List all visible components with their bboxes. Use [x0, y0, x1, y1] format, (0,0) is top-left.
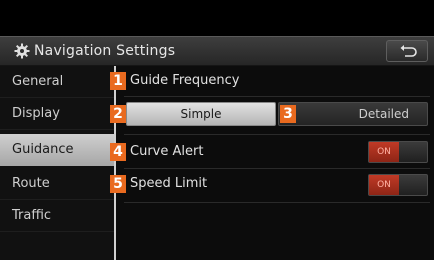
back-arrow-icon: [400, 45, 417, 57]
row-divider: [124, 168, 430, 169]
sidebar-item-general[interactable]: General: [0, 66, 114, 98]
callout-badge-1: 1: [110, 72, 126, 90]
sidebar-item-route[interactable]: Route: [0, 168, 114, 200]
guide-frequency-label: Guide Frequency: [130, 73, 240, 88]
settings-sidebar: General Display Guidance Route Traffic: [0, 66, 114, 260]
callout-badge-5: 5: [110, 175, 126, 193]
callout-badge-2: 2: [110, 105, 126, 123]
speed-limit-toggle[interactable]: ON: [368, 174, 428, 196]
callout-badge-3: 3: [280, 105, 296, 123]
sidebar-item-traffic[interactable]: Traffic: [0, 200, 114, 232]
curve-alert-toggle-state: ON: [369, 142, 399, 162]
title-bar: Navigation Settings: [0, 36, 434, 66]
back-button[interactable]: [386, 40, 428, 62]
guidance-panel: 1 Guide Frequency Simple Detailed 2 3 4 …: [110, 66, 434, 260]
page-title: Navigation Settings: [34, 43, 176, 59]
callout-badge-4: 4: [110, 143, 126, 161]
sidebar-item-guidance[interactable]: Guidance: [0, 134, 114, 166]
curve-alert-label: Curve Alert: [130, 144, 204, 159]
simple-option-button[interactable]: Simple: [126, 102, 276, 126]
detailed-option-button[interactable]: Detailed: [278, 102, 428, 126]
navigation-settings-screen: Navigation Settings General Display Guid…: [0, 0, 434, 260]
row-divider: [124, 96, 430, 97]
curve-alert-toggle[interactable]: ON: [368, 141, 428, 163]
gear-icon: [14, 43, 30, 59]
speed-limit-toggle-state: ON: [369, 175, 399, 195]
sidebar-item-display[interactable]: Display: [0, 98, 114, 130]
row-divider: [124, 202, 430, 203]
row-divider: [124, 134, 430, 135]
speed-limit-label: Speed Limit: [130, 176, 208, 191]
